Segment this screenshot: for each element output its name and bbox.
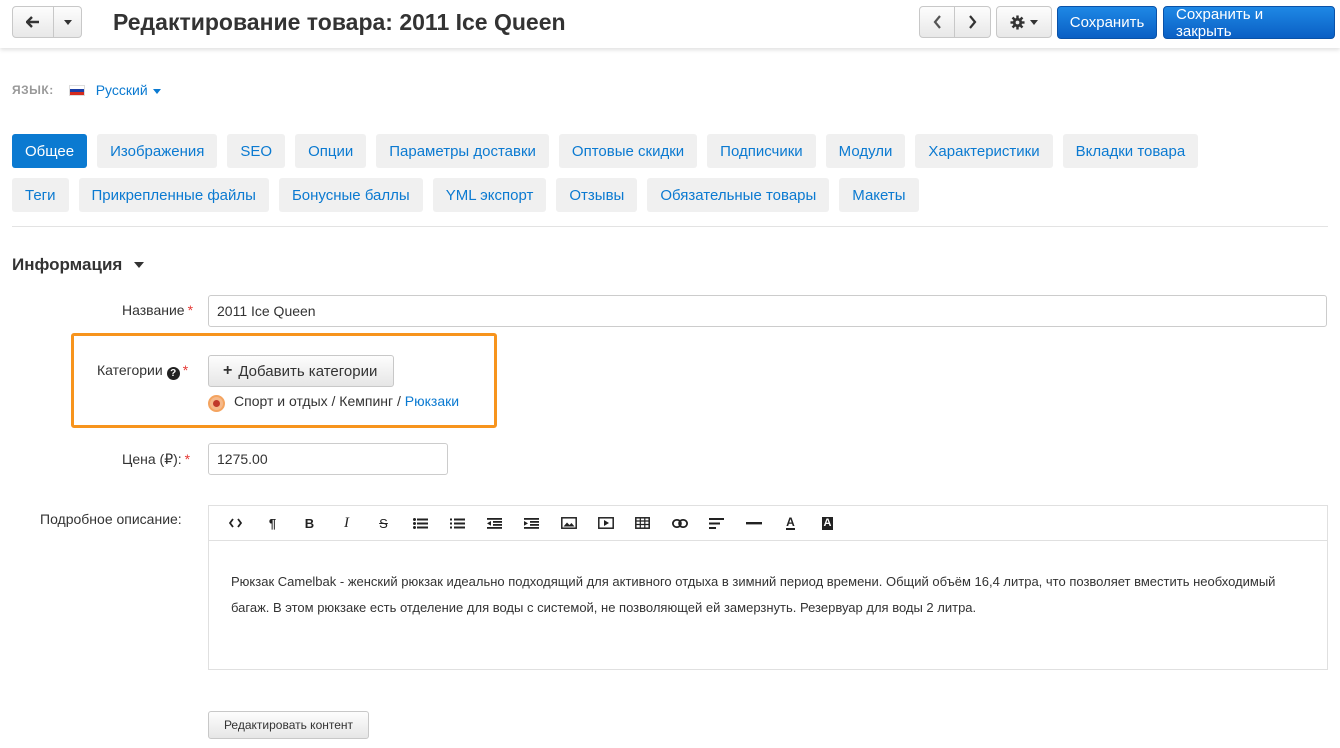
tab-bar: Общее Изображения SEO Опции Параметры достав…: [12, 134, 1232, 222]
caret-down-icon: [134, 262, 145, 268]
editor-toolbar: ¶ B I S A A: [208, 505, 1328, 540]
gear-icon: [1010, 14, 1025, 30]
russia-flag-icon: [68, 84, 85, 96]
tab-item[interactable]: Макеты: [839, 178, 919, 212]
category-item: Спорт и отдых / Кемпинг / Рюкзаки: [208, 389, 459, 412]
tab-item[interactable]: Вкладки товара: [1062, 134, 1199, 168]
tab-item[interactable]: Параметры доставки: [376, 134, 549, 168]
tab-item[interactable]: Модули: [825, 134, 906, 168]
name-label: Название *: [122, 302, 194, 318]
page-title: Редактирование товара: 2011 Ice Queen: [113, 9, 566, 35]
tab-item[interactable]: SEO: [227, 134, 286, 168]
italic-icon[interactable]: I: [328, 509, 365, 537]
categories-label: Категории? *: [97, 362, 189, 380]
tab-item[interactable]: Общее: [12, 134, 88, 168]
back-dropdown-button[interactable]: [54, 6, 82, 38]
save-button[interactable]: Сохранить: [1057, 6, 1157, 39]
background-color-icon[interactable]: A: [809, 509, 846, 537]
strikethrough-icon[interactable]: S: [365, 509, 402, 537]
back-button-group: [12, 6, 82, 38]
price-input[interactable]: 1275.00: [208, 443, 448, 475]
next-button[interactable]: [955, 6, 991, 38]
tab-item[interactable]: Характеристики: [915, 134, 1053, 168]
add-categories-button[interactable]: + Добавить категории: [208, 355, 394, 387]
price-label: Цена (₽): *: [122, 451, 191, 467]
settings-dropdown-button[interactable]: [996, 6, 1052, 38]
bold-icon[interactable]: B: [291, 509, 328, 537]
tab-item[interactable]: Изображения: [97, 134, 218, 168]
description-text: Рюкзак Camelbak - женский рюкзак идеальн…: [231, 574, 1276, 615]
arrow-left-icon: [26, 16, 39, 28]
language-label: ЯЗЫК:: [12, 83, 54, 97]
align-icon[interactable]: [698, 509, 735, 537]
divider: [12, 226, 1328, 227]
font-color-icon[interactable]: A: [772, 509, 809, 537]
back-button[interactable]: [12, 6, 54, 38]
section-information-toggle[interactable]: Информация: [12, 255, 145, 275]
main-category-radio[interactable]: [208, 395, 225, 412]
tab-item[interactable]: Подписчики: [707, 134, 816, 168]
paragraph-icon[interactable]: ¶: [254, 509, 291, 537]
plus-icon: +: [223, 362, 233, 379]
caret-down-icon: [152, 88, 161, 94]
chevron-right-icon: [969, 15, 977, 29]
top-bar: Редактирование товара: 2011 Ice Queen Со…: [0, 0, 1340, 48]
outdent-icon[interactable]: [476, 509, 513, 537]
horizontal-rule-icon[interactable]: [735, 509, 772, 537]
edit-content-button[interactable]: Редактировать контент: [208, 711, 369, 739]
tab-item[interactable]: Прикрепленные файлы: [78, 178, 269, 212]
tab-item[interactable]: Отзывы: [556, 178, 638, 212]
image-icon[interactable]: [550, 509, 587, 537]
section-title: Информация: [12, 255, 123, 274]
link-icon[interactable]: [661, 509, 698, 537]
tab-item[interactable]: Опции: [295, 134, 367, 168]
unordered-list-icon[interactable]: [402, 509, 439, 537]
tab-item[interactable]: Оптовые скидки: [558, 134, 698, 168]
caret-down-icon: [1030, 19, 1038, 25]
save-and-close-button[interactable]: Сохранить и закрыть: [1163, 6, 1335, 40]
prev-button[interactable]: [919, 6, 955, 38]
indent-icon[interactable]: [513, 509, 550, 537]
video-icon[interactable]: [587, 509, 624, 537]
name-input[interactable]: 2011 Ice Queen: [208, 295, 1327, 327]
category-link[interactable]: Рюкзаки: [405, 393, 459, 409]
caret-down-icon: [63, 19, 72, 25]
tab-item[interactable]: Обязательные товары: [647, 178, 830, 212]
table-icon[interactable]: [624, 509, 661, 537]
description-label: Подробное описание:: [40, 511, 182, 527]
ordered-list-icon[interactable]: [439, 509, 476, 537]
prev-next-group: [919, 6, 991, 38]
category-path: Спорт и отдых / Кемпинг /: [234, 392, 405, 409]
language-selector: ЯЗЫК: Русский: [12, 82, 161, 98]
code-icon[interactable]: [217, 509, 254, 537]
language-dropdown[interactable]: Русский: [96, 82, 161, 98]
tab-item[interactable]: Бонусные баллы: [278, 178, 423, 212]
description-editor[interactable]: Рюкзак Camelbak - женский рюкзак идеальн…: [208, 540, 1328, 670]
tab-item[interactable]: Теги: [12, 178, 69, 212]
question-circle-icon[interactable]: ?: [166, 367, 180, 380]
tab-item[interactable]: YML экспорт: [432, 178, 547, 212]
chevron-left-icon: [933, 15, 941, 29]
